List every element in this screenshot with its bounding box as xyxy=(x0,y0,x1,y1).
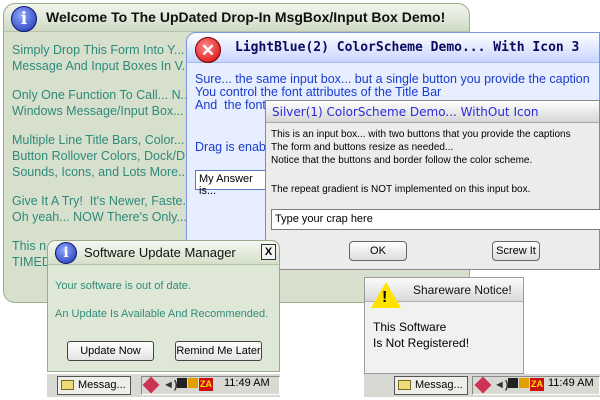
update-title: Software Update Manager xyxy=(84,245,236,260)
silver-title: Silver(1) ColorScheme Demo... WithOut Ic… xyxy=(272,105,539,119)
update-status-text: Your software is out of date. xyxy=(55,280,191,292)
error-icon: ✕ xyxy=(195,37,221,63)
silver-note: The repeat gradient is NOT implemented o… xyxy=(271,184,531,195)
update-window: i Software Update Manager X Your softwar… xyxy=(47,240,280,372)
speaker-icon[interactable]: ◄) xyxy=(163,379,178,391)
remind-later-button[interactable]: Remind Me Later xyxy=(175,341,262,361)
silver-window: Silver(1) ColorScheme Demo... WithOut Ic… xyxy=(265,100,600,270)
lightblue-answer-input[interactable]: My Answer is... xyxy=(195,170,275,197)
screw-it-button[interactable]: Screw It xyxy=(492,241,540,261)
info-icon: i xyxy=(55,242,77,264)
shareware-title: Shareware Notice! xyxy=(413,283,512,297)
folder-icon xyxy=(61,380,74,390)
clock-time: 11:49 AM xyxy=(224,377,270,389)
folder-icon xyxy=(398,380,411,390)
taskbar-button-label: Messag... xyxy=(415,379,463,391)
close-button[interactable]: X xyxy=(261,244,276,260)
speaker-icon[interactable]: ◄) xyxy=(494,379,509,391)
taskbar-button-label: Messag... xyxy=(78,379,126,391)
update-now-button[interactable]: Update Now xyxy=(67,341,154,361)
tray-app-icon[interactable] xyxy=(177,378,187,388)
taskbar-button[interactable]: Messag... xyxy=(394,376,468,395)
shareware-window: ! Shareware Notice! This Software Is Not… xyxy=(364,277,524,374)
zonealarm-icon[interactable]: ZA xyxy=(199,378,213,391)
taskbar-left: Messag... ◄) ZA 11:49 AM xyxy=(47,373,280,397)
silver-input[interactable]: Type your crap here xyxy=(271,209,600,230)
warning-mark: ! xyxy=(382,289,388,306)
welcome-title: Welcome To The UpDated Drop-In MsgBox/In… xyxy=(46,9,446,25)
update-recommendation-text: An Update Is Available And Recommended. xyxy=(55,308,269,320)
tray-app-icon[interactable] xyxy=(188,378,198,388)
clock-time: 11:49 AM xyxy=(548,377,594,389)
lightblue-title: LightBlue(2) ColorScheme Demo... With Ic… xyxy=(235,40,580,55)
silver-message: This is an input box... with two buttons… xyxy=(271,129,571,166)
shareware-line-1: This Software xyxy=(373,320,447,334)
ok-button[interactable]: OK xyxy=(349,241,407,261)
taskbar-button[interactable]: Messag... xyxy=(57,376,131,395)
zonealarm-icon[interactable]: ZA xyxy=(530,378,544,391)
shareware-line-2: Is Not Registered! xyxy=(373,336,470,350)
info-icon: i xyxy=(11,6,37,32)
tray-app-icon[interactable] xyxy=(508,378,518,388)
tray-app-icon[interactable] xyxy=(519,378,529,388)
taskbar-right: Messag... ◄) ZA 11:49 AM xyxy=(364,373,600,397)
